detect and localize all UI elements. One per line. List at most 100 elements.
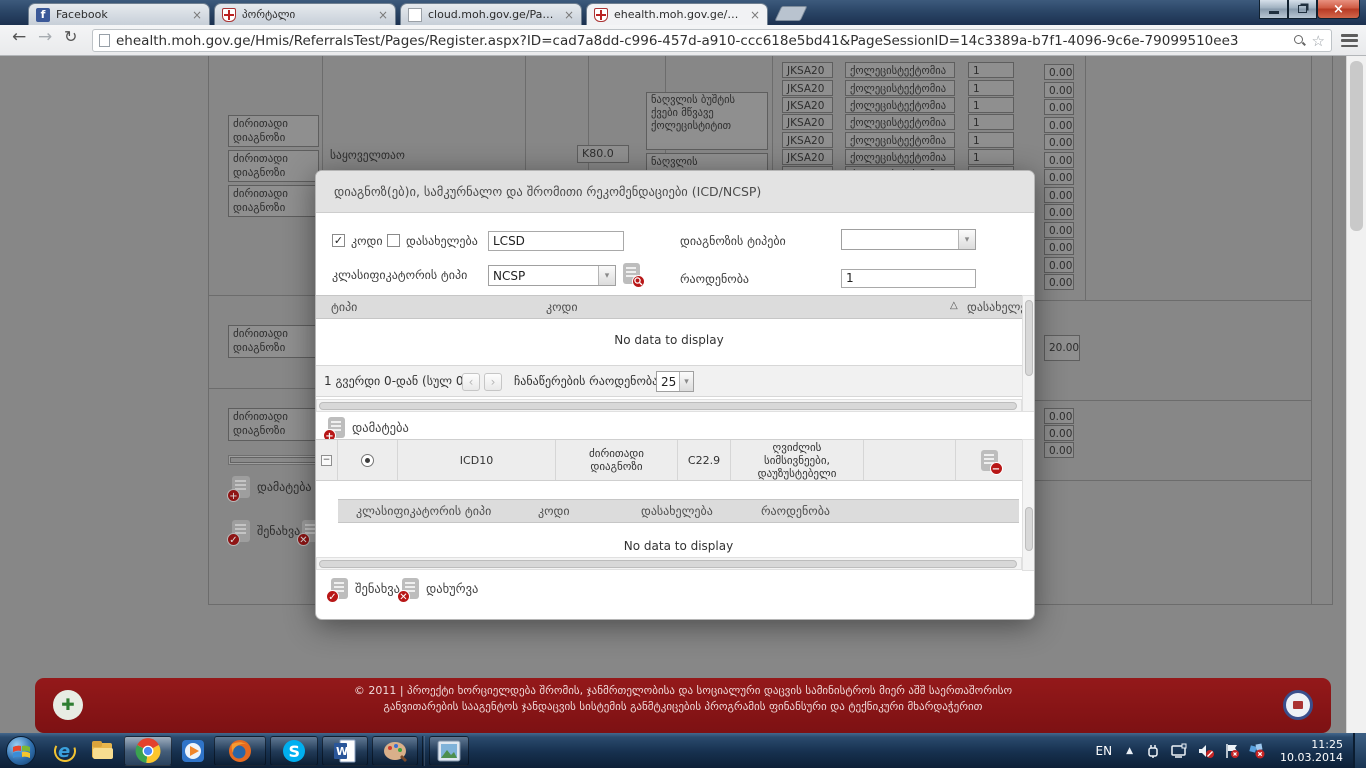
close-button[interactable]: ✕ დახურვა [402, 578, 478, 599]
search-code-input[interactable]: LCSD [488, 231, 624, 251]
taskbar-firefox-button[interactable] [214, 736, 266, 766]
row-name: ღვიძლის სიმსივნეები, დაუზუსტებელი [731, 440, 864, 480]
service-name: ქოლეცისტექტომია [845, 114, 955, 130]
radio-cell[interactable] [338, 440, 398, 480]
search-zoom-icon[interactable] [1293, 34, 1306, 47]
taskbar-skype-button[interactable]: S [270, 736, 318, 766]
taskbar-photo-viewer-button[interactable] [429, 736, 469, 766]
taskbar-explorer-icon[interactable] [86, 736, 120, 766]
clock-date: 10.03.2014 [1280, 751, 1343, 764]
footer-line1: © 2011 | პროექტი ხორციელდება შრომის, ჯან… [35, 684, 1331, 697]
add-diagnosis-label: დამატება [352, 420, 409, 435]
save-doc-icon: ✓ [331, 578, 348, 599]
grid2-vertical-scrollbar[interactable] [1022, 439, 1035, 571]
amount-box: 0.00 [1044, 169, 1074, 185]
menu-icon[interactable] [1341, 34, 1358, 47]
chevron-down-icon[interactable]: ▾ [679, 372, 693, 391]
window-controls: × [1259, 0, 1360, 19]
tab-portal[interactable]: პორტალი × [214, 3, 396, 25]
scrollbar-thumb[interactable] [1350, 61, 1363, 231]
grid2-col-code[interactable]: კოდი [538, 504, 570, 518]
power-icon[interactable] [1145, 743, 1161, 759]
tab-cloud[interactable]: cloud.moh.gov.ge/Pages/ × [400, 3, 582, 25]
row-radio-selected[interactable] [361, 454, 374, 467]
chevron-down-icon[interactable]: ▾ [958, 230, 975, 249]
language-indicator[interactable]: EN [1096, 744, 1113, 758]
pager-prev-button[interactable]: ‹ [462, 373, 480, 391]
tab-close-icon[interactable]: × [192, 9, 202, 21]
taskbar-ie-icon[interactable]: e [48, 736, 82, 766]
volume-muted-icon[interactable] [1197, 743, 1215, 759]
page-size-select[interactable]: 25▾ [656, 371, 694, 392]
taskbar-wmp-icon[interactable] [176, 736, 210, 766]
name-checkbox[interactable] [387, 234, 400, 247]
save-button[interactable]: ✓ შენახვა [331, 578, 400, 599]
bg-save-label: შენახვა [257, 524, 300, 538]
minimize-button[interactable] [1259, 0, 1288, 19]
show-desktop-button[interactable] [1353, 733, 1366, 768]
browser-scrollbar[interactable] [1346, 56, 1366, 733]
forward-button[interactable]: → [38, 27, 52, 47]
grid2-col-name[interactable]: დასახელება [641, 504, 713, 518]
grid1-col-code[interactable]: კოდი [546, 300, 578, 314]
tab-close-icon[interactable]: × [564, 9, 574, 21]
bookmark-star-icon[interactable]: ☆ [1312, 32, 1325, 50]
amount-box: 0.00 [1044, 134, 1074, 150]
clock[interactable]: 11:25 10.03.2014 [1280, 738, 1343, 764]
selected-diagnosis-row[interactable]: − ICD10 ძირითადი დიაგნოზი C22.9 ღვიძლის … [316, 439, 1022, 481]
grid1-col-type[interactable]: ტიპი [331, 300, 357, 314]
url-bar[interactable]: ehealth.moh.gov.ge/Hmis/ReferralsTest/Pa… [92, 29, 1332, 52]
grid1-horizontal-scrollbar[interactable] [316, 399, 1022, 412]
tray-expand-icon[interactable]: ▲ [1126, 746, 1133, 756]
restore-button[interactable] [1288, 0, 1317, 19]
classifier-search-button[interactable] [623, 263, 640, 284]
new-tab-button[interactable] [775, 6, 808, 21]
collapse-icon[interactable]: − [321, 455, 332, 466]
diagnosis-types-dropdown[interactable]: ▾ [841, 229, 976, 250]
back-button[interactable]: ← [12, 27, 26, 47]
reload-button[interactable]: ↻ [64, 27, 77, 46]
save-doc-icon: ✓ [232, 520, 250, 542]
page-size-label: ჩანაწერების რაოდენობა [514, 374, 658, 388]
taskbar-paint-button[interactable] [372, 736, 418, 766]
tab-facebook[interactable]: f Facebook × [28, 3, 210, 25]
pager-next-button[interactable]: › [484, 373, 502, 391]
quantity-input[interactable]: 1 [841, 269, 976, 288]
amount-box: 0.00 [1044, 274, 1074, 290]
svg-text:e: e [58, 741, 70, 762]
taskbar-word-button[interactable]: W [322, 736, 368, 766]
add-diagnosis-button[interactable]: + დამატება [328, 417, 409, 438]
expander-cell[interactable]: − [316, 440, 338, 480]
grid2-empty-text: No data to display [338, 539, 1019, 553]
usaid-logo [1283, 690, 1313, 720]
grid2-horizontal-scrollbar[interactable] [316, 557, 1022, 570]
tab-close-icon[interactable]: × [378, 9, 388, 21]
grid2-col-classifier[interactable]: კლასიფიკატორის ტიპი [356, 504, 491, 518]
url-text[interactable]: ehealth.moh.gov.ge/Hmis/ReferralsTest/Pa… [116, 33, 1293, 49]
grid1-vertical-scrollbar[interactable] [1022, 295, 1035, 412]
close-doc-icon: ✕ [402, 578, 419, 599]
bg-save-button[interactable]: ✓ შენახვა [232, 520, 300, 542]
svg-text:W: W [336, 745, 348, 758]
row-delete-cell[interactable]: − [956, 440, 1022, 480]
close-label: დახურვა [426, 581, 478, 596]
taskbar-chrome-button-active[interactable] [124, 736, 172, 766]
classifier-type-select[interactable]: NCSP▾ [488, 265, 616, 286]
tab-close-icon[interactable]: × [750, 9, 760, 21]
start-button[interactable] [6, 736, 36, 766]
grid2-col-qty[interactable]: რაოდენობა [761, 504, 830, 518]
amount-box: 0.00 [1044, 239, 1074, 255]
tab-ehealth-active[interactable]: ehealth.moh.gov.ge/Hmis × [586, 3, 768, 25]
action-center-flag-icon[interactable] [1224, 743, 1240, 759]
code-checkbox[interactable]: ✓ [332, 234, 345, 247]
service-qty: 1 [968, 114, 1014, 130]
service-name: ქოლეცისტექტომია [845, 132, 955, 148]
sort-asc-icon: △ [950, 300, 958, 311]
sync-error-icon[interactable] [1249, 743, 1265, 759]
close-window-button[interactable]: × [1317, 0, 1360, 19]
bg-add-button[interactable]: + დამატება [232, 476, 312, 498]
classifier-type-label: კლასიფიკატორის ტიპი [332, 268, 467, 282]
chevron-down-icon[interactable]: ▾ [598, 266, 615, 285]
delete-doc-icon[interactable]: − [981, 450, 998, 471]
network-icon[interactable] [1170, 743, 1188, 759]
